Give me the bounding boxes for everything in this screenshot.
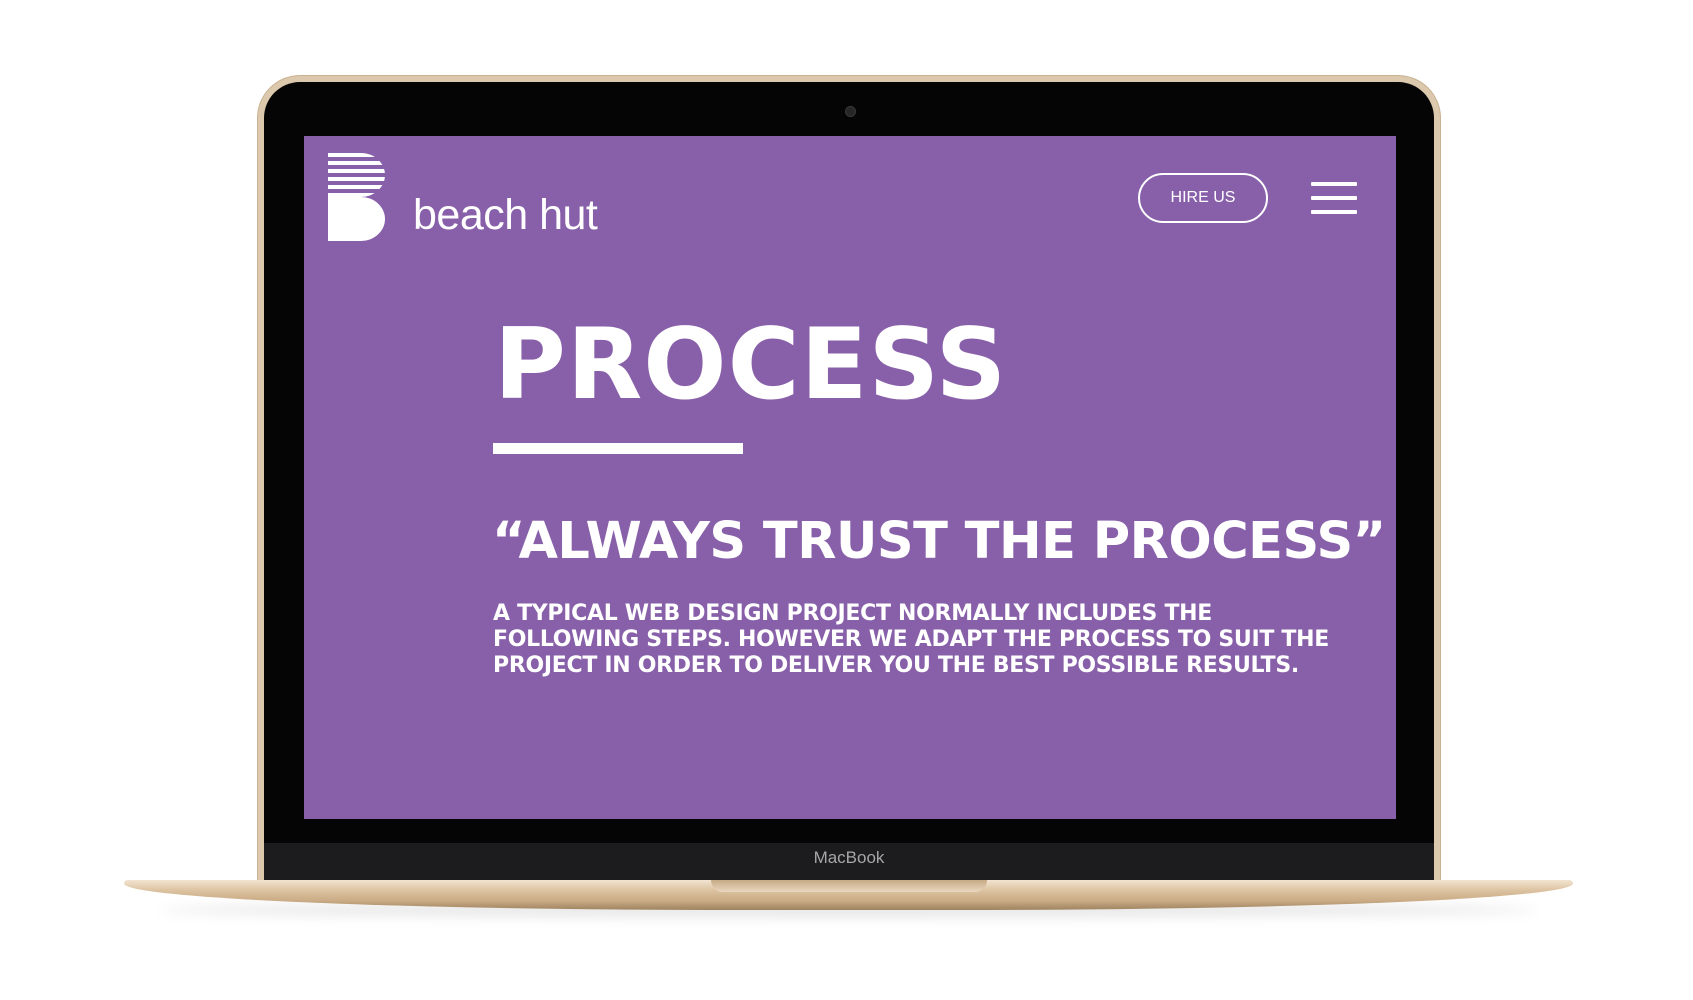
hamburger-icon[interactable] [1311, 182, 1357, 214]
intro-line: A TYPICAL WEB DESIGN PROJECT NORMALLY IN… [493, 601, 1213, 626]
hire-us-button[interactable]: HIRE US [1138, 173, 1268, 223]
page-quote: “ALWAYS TRUST THE PROCESS” [492, 512, 1386, 571]
laptop-hinge-notch [711, 880, 987, 892]
intro-paragraph: A TYPICAL WEB DESIGN PROJECT NORMALLY IN… [493, 601, 1373, 679]
beach-hut-logo-icon [328, 153, 385, 241]
page-title: PROCESS [494, 308, 1008, 422]
intro-line: PROJECT IN ORDER TO DELIVER YOU THE BEST… [493, 653, 1299, 678]
intro-line: FOLLOWING STEPS. HOWEVER WE ADAPT THE PR… [493, 627, 1329, 652]
logo-text: beach hut [413, 191, 598, 239]
camera-icon [845, 106, 856, 117]
title-underline [493, 443, 743, 454]
website-screen: beach hut HIRE US PROCESS “ALWAYS TRUST … [304, 136, 1396, 819]
device-brand-label: MacBook [813, 848, 885, 867]
